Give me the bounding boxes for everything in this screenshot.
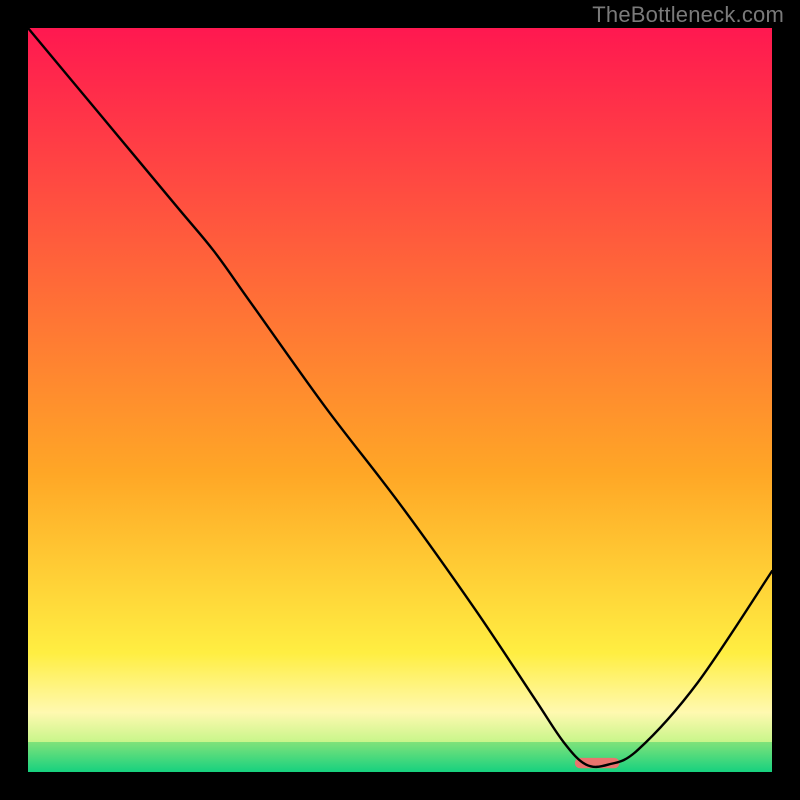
- bottleneck-plot: [28, 28, 772, 772]
- plot-background: [28, 28, 772, 772]
- watermark-text: TheBottleneck.com: [592, 2, 784, 28]
- chart-container: TheBottleneck.com: [0, 0, 800, 800]
